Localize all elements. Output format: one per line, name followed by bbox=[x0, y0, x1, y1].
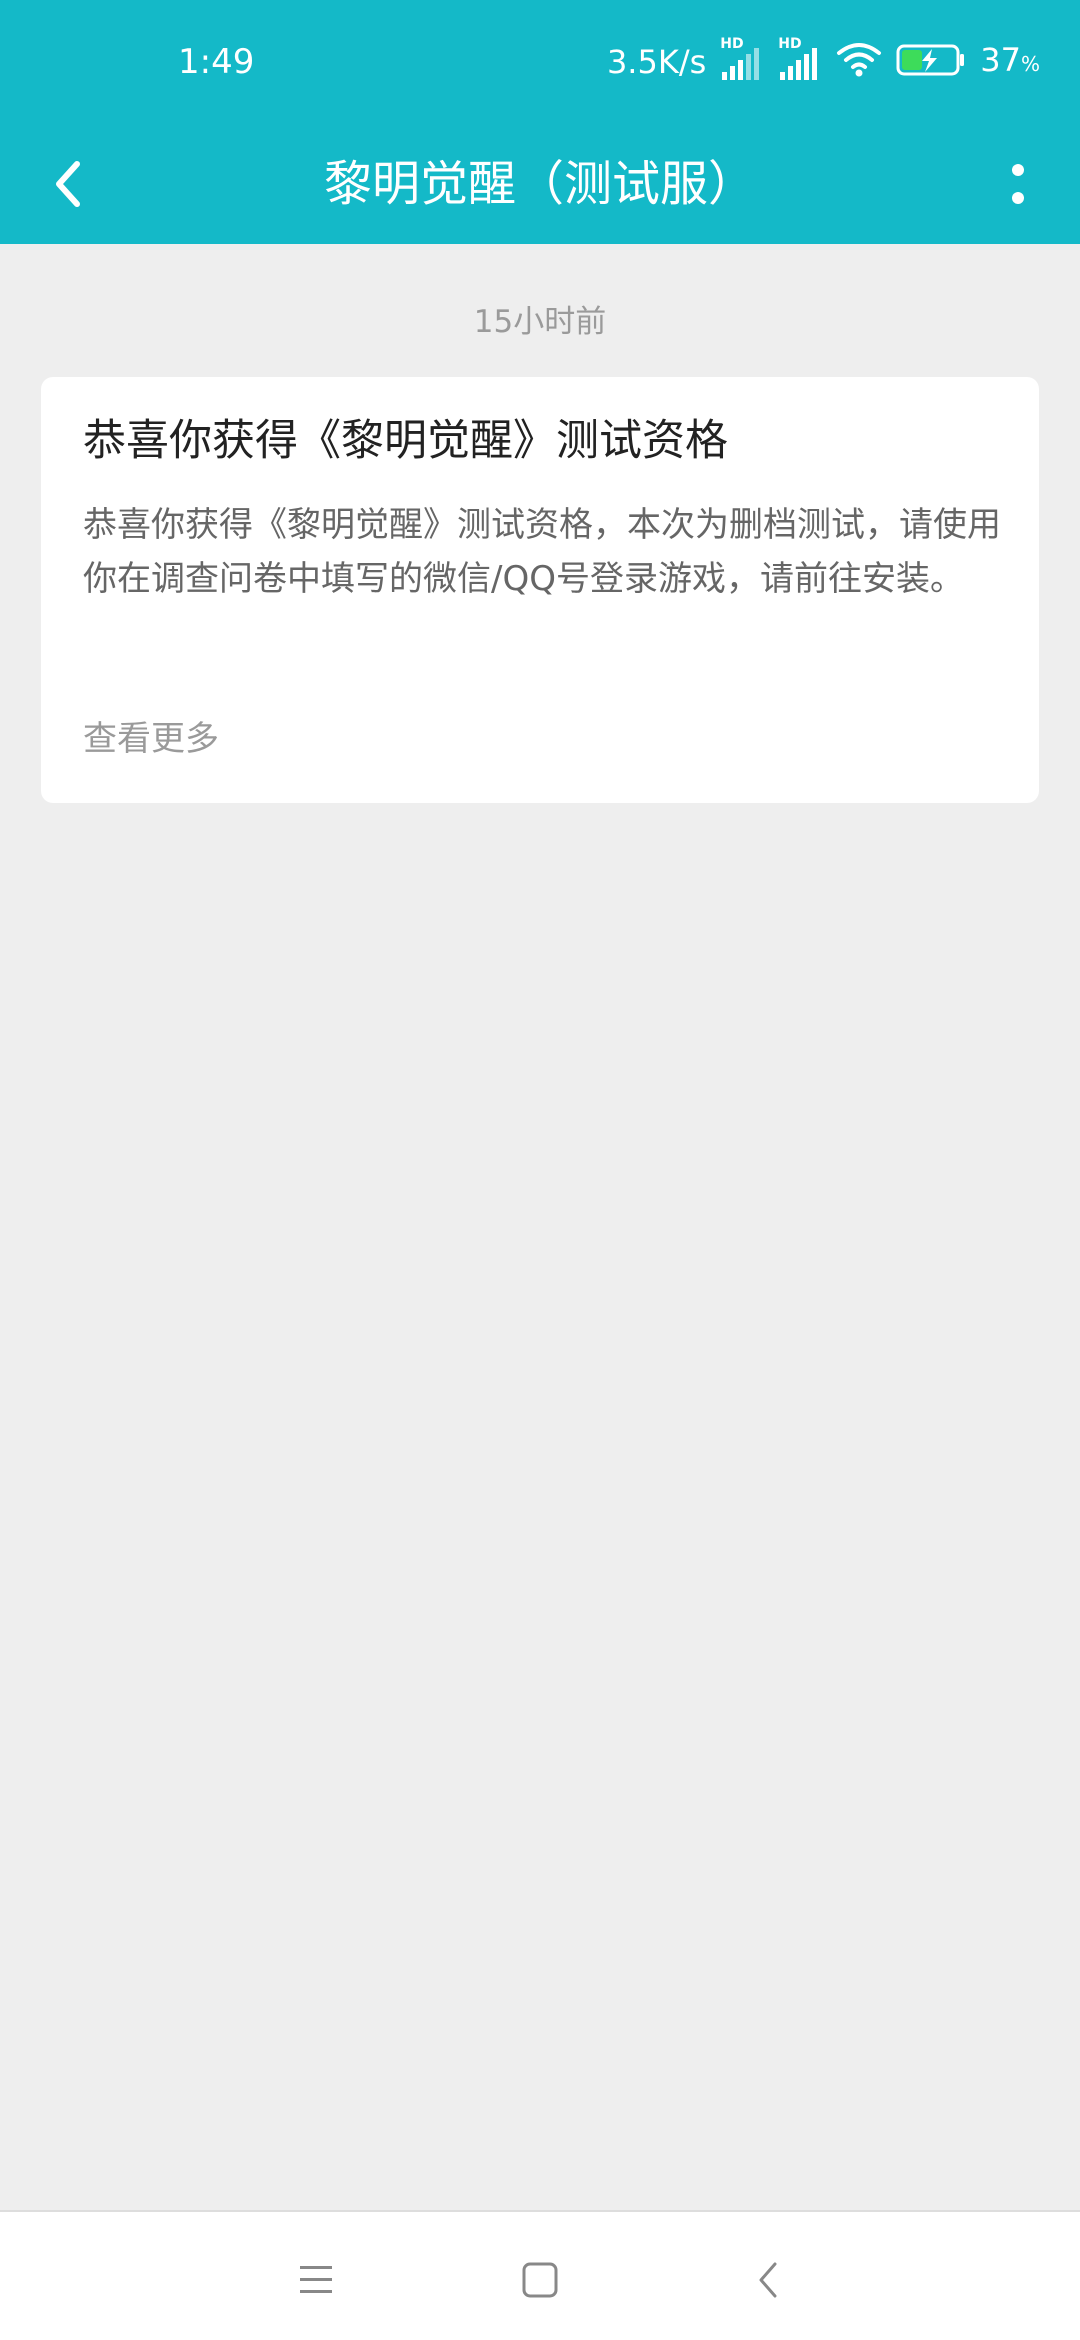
home-button[interactable] bbox=[492, 2232, 588, 2328]
signal-1-icon: HD bbox=[720, 36, 764, 84]
status-indicators: 3.5K/s HD HD 37% bbox=[607, 34, 1040, 90]
home-square-icon bbox=[522, 2262, 558, 2298]
wifi-icon bbox=[836, 40, 882, 84]
system-back-button[interactable] bbox=[720, 2232, 816, 2328]
signal-2-icon: HD bbox=[778, 36, 822, 84]
message-body: 恭喜你获得《黎明觉醒》测试资格，本次为删档测试，请使用你在调查问卷中填写的微信/… bbox=[83, 505, 1001, 599]
menu-icon bbox=[300, 2266, 332, 2293]
status-bar: 1:49 3.5K/s HD HD 37% bbox=[0, 0, 1080, 124]
view-more-link[interactable]: 查看更多 bbox=[83, 712, 219, 766]
battery-percent-value: 37 bbox=[980, 41, 1021, 79]
back-button[interactable] bbox=[26, 142, 110, 226]
more-options-button[interactable] bbox=[976, 142, 1060, 226]
battery-percent: 37% bbox=[980, 36, 1040, 88]
battery-percent-unit: % bbox=[1020, 52, 1040, 76]
battery-icon bbox=[896, 42, 966, 82]
back-triangle-icon bbox=[759, 2262, 777, 2298]
menu-button[interactable] bbox=[268, 2232, 364, 2328]
message-title: 恭喜你获得《黎明觉醒》测试资格 bbox=[83, 416, 728, 466]
page-title: 黎明觉醒（测试服） bbox=[323, 156, 756, 212]
system-nav-bar bbox=[0, 2210, 1080, 2340]
status-time: 1:49 bbox=[178, 42, 255, 82]
top-bar: 1:49 3.5K/s HD HD 37% 黎明觉醒（测试服） bbox=[0, 0, 1080, 244]
more-vertical-icon bbox=[1012, 164, 1024, 204]
message-timestamp: 15小时前 bbox=[473, 304, 607, 340]
network-speed: 3.5K/s bbox=[606, 43, 707, 81]
message-card[interactable]: 恭喜你获得《黎明觉醒》测试资格 恭喜你获得《黎明觉醒》测试资格，本次为删档测试，… bbox=[41, 377, 1039, 803]
chevron-left-icon bbox=[56, 161, 80, 207]
screen: 1:49 3.5K/s HD HD 37% 黎明觉醒（测试服） 15小时前 恭喜… bbox=[0, 0, 1080, 2340]
app-bar: 黎明觉醒（测试服） bbox=[0, 124, 1080, 244]
